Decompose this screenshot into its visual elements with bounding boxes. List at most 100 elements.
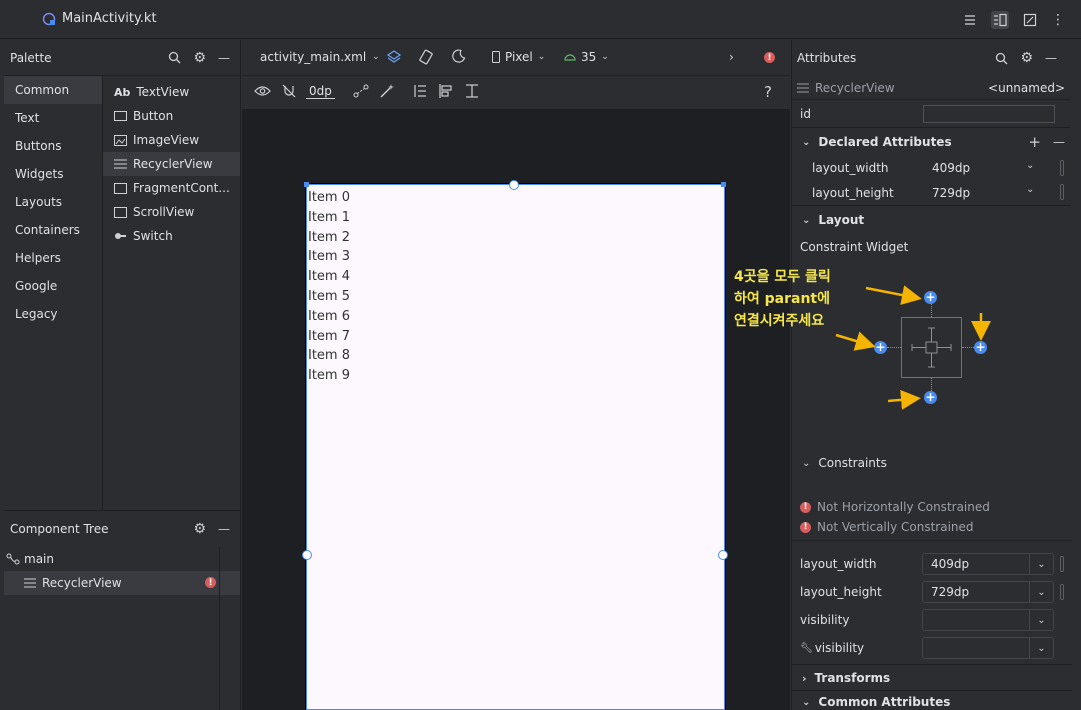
declared-row[interactable]: layout_height 729dp ⌄: [792, 180, 1071, 206]
category-containers[interactable]: Containers: [4, 216, 102, 244]
palette-item-scrollview[interactable]: ScrollView: [103, 200, 240, 224]
add-right-constraint-button[interactable]: +: [974, 341, 987, 354]
id-label: id: [800, 106, 811, 121]
orientation-icon[interactable]: [418, 49, 434, 65]
chevron-down-icon: ⌄: [802, 696, 811, 708]
category-layouts[interactable]: Layouts: [4, 188, 102, 216]
night-mode-icon[interactable]: [452, 49, 466, 63]
device-dropdown[interactable]: Pixel ⌄: [492, 50, 545, 64]
category-common[interactable]: Common: [4, 76, 102, 104]
help-icon[interactable]: ?: [764, 83, 772, 101]
palette-item-recyclerview[interactable]: RecyclerView: [103, 152, 240, 176]
file-tab[interactable]: MainActivity.kt: [42, 11, 157, 26]
add-left-constraint-button[interactable]: +: [874, 341, 887, 354]
eye-icon[interactable]: [254, 85, 271, 97]
add-top-constraint-button[interactable]: +: [924, 291, 937, 304]
transforms-header[interactable]: › Transforms: [802, 667, 890, 689]
design-canvas[interactable]: Item 0 Item 1 Item 2 Item 3 Item 4 Item …: [242, 110, 790, 710]
tree-node-main[interactable]: main: [4, 547, 240, 571]
annotation-line: 4곳을 모두 클릭: [734, 269, 831, 285]
category-legacy[interactable]: Legacy: [4, 300, 102, 328]
top-constraint-handle[interactable]: [509, 180, 519, 190]
search-icon[interactable]: [168, 51, 181, 64]
right-constraint-handle[interactable]: [718, 550, 728, 560]
gear-icon[interactable]: ⚙: [193, 50, 206, 66]
resource-picker-icon[interactable]: [1060, 584, 1064, 600]
common-attributes-header[interactable]: ⌄ Common Attributes: [802, 692, 950, 710]
id-input[interactable]: [923, 104, 1055, 123]
layout-header[interactable]: ⌄ Layout: [792, 206, 1071, 234]
more-icon[interactable]: ⋮: [1051, 12, 1065, 28]
recyclerview-preview[interactable]: Item 0 Item 1 Item 2 Item 3 Item 4 Item …: [306, 184, 725, 710]
minimize-icon[interactable]: —: [218, 51, 230, 65]
minimize-icon[interactable]: —: [218, 522, 230, 536]
tools-visibility-dropdown[interactable]: ⌄: [922, 637, 1054, 659]
pack-icon[interactable]: [412, 83, 428, 99]
constraint-widget: + + + +: [792, 265, 1072, 440]
file-dropdown-label: activity_main.xml: [260, 50, 367, 64]
phone-icon: [492, 51, 500, 63]
palette-item-fragmentcontainer[interactable]: FragmentCont...: [103, 176, 240, 200]
chevron-down-icon: ⌄: [1029, 638, 1053, 658]
category-widgets[interactable]: Widgets: [4, 160, 102, 188]
layout-height-dropdown[interactable]: 729dp ⌄: [922, 581, 1054, 603]
kotlin-file-icon: [42, 12, 56, 26]
chevron-right-icon[interactable]: ›: [729, 50, 734, 64]
resource-picker-icon[interactable]: [1060, 160, 1064, 176]
visibility-dropdown[interactable]: ⌄: [922, 609, 1054, 631]
declared-attributes-header[interactable]: ⌄ Declared Attributes + —: [792, 128, 1071, 156]
constraint-line-top: [931, 304, 932, 317]
wrench-icon: 🔧︎: [800, 642, 813, 654]
chevron-down-icon: ⌄: [1029, 554, 1053, 574]
magnet-off-icon[interactable]: [282, 84, 296, 98]
category-text[interactable]: Text: [4, 104, 102, 132]
gear-icon[interactable]: ⚙: [1020, 50, 1033, 66]
declared-row[interactable]: layout_width 409dp ⌄: [792, 156, 1071, 180]
resize-handle-top-left[interactable]: [304, 182, 309, 187]
chevron-down-icon[interactable]: ⌄: [1026, 160, 1034, 171]
category-helpers[interactable]: Helpers: [4, 244, 102, 272]
constraints-header[interactable]: ⌄ Constraints: [802, 456, 887, 470]
field-layout-height: layout_height 729dp ⌄: [800, 578, 1070, 606]
magic-wand-icon[interactable]: [379, 83, 395, 99]
palette-item-textview[interactable]: Ab TextView: [103, 80, 240, 104]
category-google[interactable]: Google: [4, 272, 102, 300]
palette-item-imageview[interactable]: ImageView: [103, 128, 240, 152]
resize-handle-top-right[interactable]: [721, 182, 726, 187]
minimize-icon[interactable]: —: [1045, 51, 1057, 65]
file-dropdown[interactable]: activity_main.xml ⌄: [260, 50, 380, 64]
api-dropdown[interactable]: 35 ⌄: [564, 50, 609, 64]
tree-node-recyclerview[interactable]: RecyclerView !: [4, 571, 240, 595]
search-icon[interactable]: [995, 52, 1008, 65]
attributes-title: Attributes: [797, 51, 857, 65]
align-icon[interactable]: [438, 83, 454, 99]
guidelines-icon[interactable]: [464, 83, 480, 99]
resource-picker-icon[interactable]: [1060, 556, 1064, 572]
attr-value: 409dp: [932, 161, 971, 175]
list-icon: [797, 83, 809, 93]
palette-item-switch[interactable]: Switch: [103, 224, 240, 248]
gear-icon[interactable]: ⚙: [193, 521, 206, 537]
left-constraint-handle[interactable]: [302, 550, 312, 560]
default-margin[interactable]: 0dp: [306, 84, 335, 99]
error-icon[interactable]: !: [205, 577, 216, 588]
add-bottom-constraint-button[interactable]: +: [924, 391, 937, 404]
split-view-icon[interactable]: [991, 11, 1009, 29]
add-icon[interactable]: +: [1028, 133, 1041, 151]
layout-width-dropdown[interactable]: 409dp ⌄: [922, 553, 1054, 575]
design-view-icon[interactable]: [1023, 13, 1037, 27]
clear-constraints-icon[interactable]: [353, 84, 369, 98]
code-view-icon[interactable]: [963, 13, 977, 27]
layers-icon[interactable]: [386, 49, 402, 65]
palette-item-button[interactable]: Button: [103, 104, 240, 128]
category-buttons[interactable]: Buttons: [4, 132, 102, 160]
recyclerview-item-list: Item 0 Item 1 Item 2 Item 3 Item 4 Item …: [307, 185, 724, 386]
resource-picker-icon[interactable]: [1060, 184, 1064, 200]
error-icon: !: [800, 501, 811, 513]
editor-toolbar: activity_main.xml ⌄ Pixel ⌄ 35 ⌄ › !: [242, 40, 790, 76]
chevron-down-icon[interactable]: ⌄: [1026, 184, 1034, 195]
divider: [219, 547, 220, 710]
remove-icon[interactable]: —: [1053, 135, 1065, 149]
error-icon[interactable]: !: [764, 52, 775, 63]
annotation-line: 연결시켜주세요: [734, 313, 825, 329]
